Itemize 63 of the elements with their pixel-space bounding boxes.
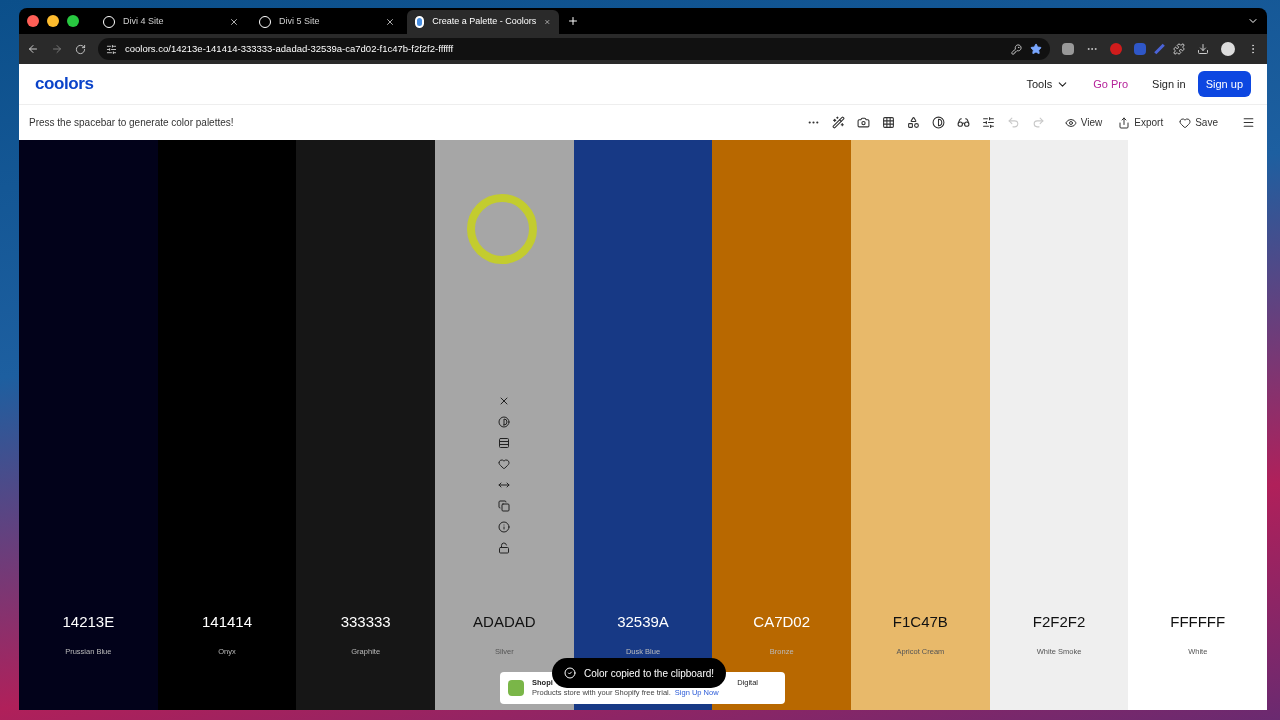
minimize-window-icon[interactable] [47, 15, 59, 27]
magic-wand-icon[interactable] [831, 116, 845, 129]
url-text: coolors.co/14213e-141414-333333-adadad-32539a-ca7d02-f1c47b-f2f2f2-ffffff [125, 41, 455, 56]
coolors-logo[interactable]: coolors [35, 71, 94, 97]
go-pro-link[interactable]: Go Pro [1093, 75, 1129, 93]
bookmark-star-icon[interactable] [1030, 43, 1042, 55]
back-icon[interactable] [27, 43, 39, 55]
new-tab-icon[interactable] [567, 15, 579, 27]
hex-code[interactable]: 14213E [62, 611, 115, 634]
hex-code[interactable]: F1C47B [892, 611, 948, 634]
export-button[interactable]: Export [1118, 115, 1164, 130]
view-button[interactable]: View [1064, 115, 1103, 130]
share-icon [1118, 116, 1131, 129]
hex-code[interactable]: 32539A [617, 611, 669, 634]
close-icon[interactable] [385, 17, 395, 27]
tools-menu[interactable]: Tools [1026, 75, 1070, 93]
info-icon[interactable] [498, 521, 511, 533]
sliders-icon[interactable] [981, 116, 995, 129]
grid-icon[interactable] [881, 116, 895, 129]
browser-tab[interactable]: Divi 5 Site [251, 10, 403, 34]
sign-in-link[interactable]: Sign in [1152, 75, 1186, 93]
save-button[interactable]: Save [1179, 115, 1218, 130]
close-window-icon[interactable] [27, 15, 39, 27]
hex-code[interactable]: F2F2F2 [1032, 611, 1086, 634]
extensions-icon[interactable] [1173, 43, 1185, 55]
tab-title: Create a Palette - Coolors [432, 15, 537, 29]
key-icon[interactable] [1011, 43, 1022, 55]
address-bar[interactable]: coolors.co/14213e-141414-333333-adadad-32539a-ca7d02-f1c47b-f2f2f2-ffffff [98, 38, 1050, 60]
hex-code[interactable]: ADADAD [473, 611, 536, 634]
browser-tab[interactable]: Create a Palette - Coolors [407, 10, 559, 34]
unlock-icon[interactable] [498, 542, 511, 554]
reload-icon[interactable] [75, 43, 86, 55]
hex-code[interactable]: 141414 [201, 611, 253, 634]
glasses-icon[interactable] [956, 116, 970, 129]
close-icon[interactable] [544, 17, 551, 27]
tab-title: Divi 5 Site [279, 15, 321, 29]
hex-code[interactable]: FFFFFF [1170, 611, 1226, 634]
heart-icon [1179, 116, 1192, 129]
cursor-highlight-icon [465, 192, 539, 266]
contrast-icon[interactable] [931, 116, 945, 129]
browser-tab[interactable]: Divi 4 Site [95, 10, 247, 34]
eye-icon [1064, 116, 1077, 129]
tab-title: Divi 4 Site [123, 15, 165, 29]
spacebar-hint: Press the spacebar to generate color palettes! [29, 116, 234, 130]
hex-code[interactable]: CA7D02 [753, 611, 811, 634]
avatar-icon[interactable] [1221, 42, 1235, 56]
close-icon[interactable] [229, 17, 239, 27]
extension-icon[interactable] [1154, 43, 1165, 55]
heart-icon[interactable] [498, 458, 511, 470]
download-icon[interactable] [1197, 43, 1209, 55]
maximize-window-icon[interactable] [67, 15, 79, 27]
hex-code[interactable]: 333333 [340, 611, 391, 634]
check-icon [564, 667, 576, 679]
menu-icon[interactable] [1242, 116, 1255, 129]
extension-icon[interactable] [1062, 43, 1074, 55]
camera-icon[interactable] [856, 116, 870, 129]
shopify-bag-icon [508, 680, 524, 696]
copy-icon[interactable] [498, 500, 511, 512]
shapes-icon[interactable] [906, 116, 920, 129]
site-settings-icon[interactable] [106, 43, 117, 55]
sign-up-button[interactable]: Sign up [1197, 70, 1251, 98]
contrast-icon[interactable] [498, 416, 511, 428]
rows-icon[interactable] [498, 437, 511, 449]
